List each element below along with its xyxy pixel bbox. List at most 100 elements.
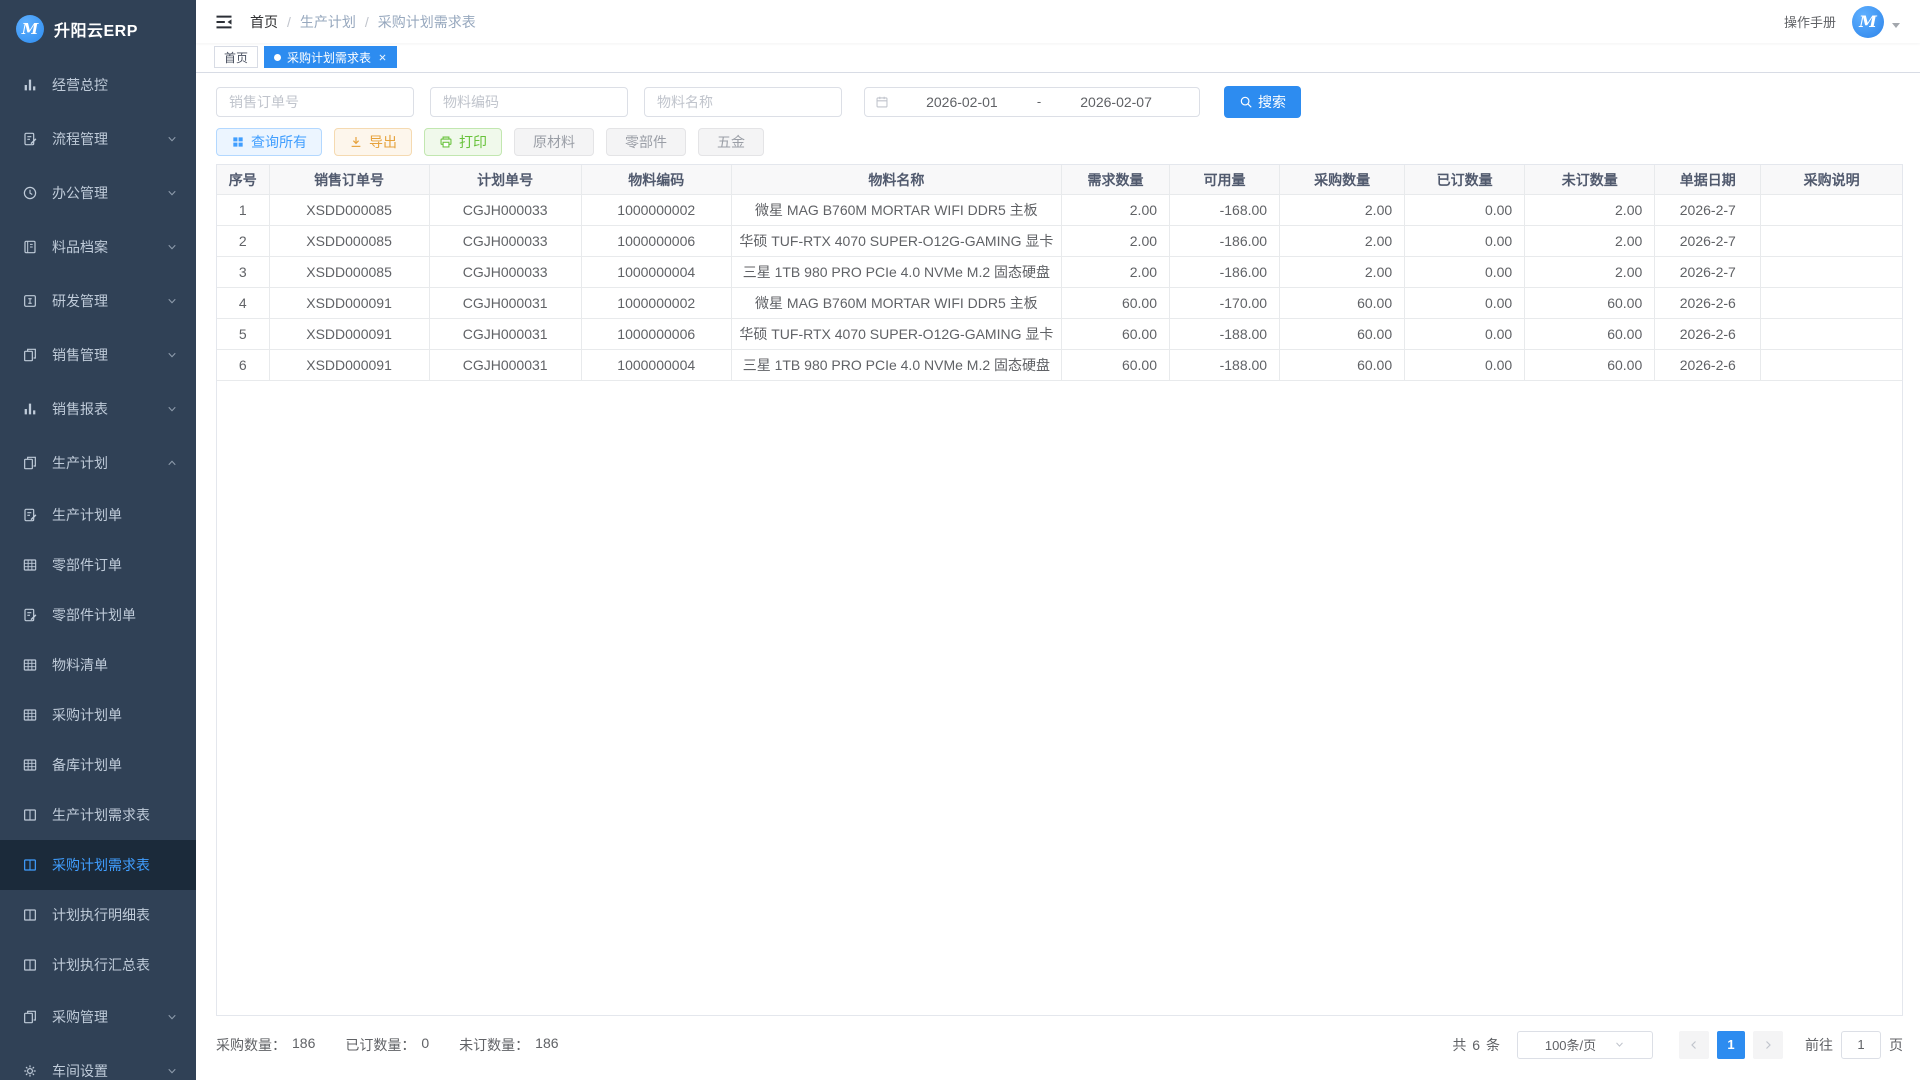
table-grid-icon (22, 757, 38, 773)
stat-label: 采购数量： (216, 1035, 286, 1055)
chevron-down-icon (166, 241, 178, 253)
cell: 0.00 (1405, 288, 1525, 319)
table-row[interactable]: 2XSDD000085CGJH0000331000000006华硕 TUF-RT… (217, 226, 1902, 257)
sidebar-subitem-purchase-plan-order[interactable]: 采购计划单 (0, 690, 196, 740)
sidebar: M 升阳云ERP 经营总控 流程管理 办公管理 料品档案 研发管理 (0, 0, 196, 1080)
summary-stats: 采购数量： 186 已订数量： 0 未订数量： 186 (216, 1035, 559, 1055)
table-row[interactable]: 4XSDD000091CGJH0000311000000002微星 MAG B7… (217, 288, 1902, 319)
arrow-left-icon (1688, 1039, 1700, 1051)
table-row[interactable]: 6XSDD000091CGJH0000311000000004三星 1TB 98… (217, 350, 1902, 381)
raw-material-button[interactable]: 原材料 (514, 128, 594, 156)
page-number-button[interactable]: 1 (1717, 1031, 1745, 1059)
grid-icon (231, 135, 245, 149)
copy-docs-icon (22, 1009, 38, 1025)
export-button[interactable]: 导出 (334, 128, 412, 156)
table-row[interactable]: 1XSDD000085CGJH0000331000000002微星 MAG B7… (217, 195, 1902, 226)
cell: XSDD000091 (269, 319, 429, 350)
sidebar-item-sales-report[interactable]: 销售报表 (0, 382, 196, 436)
cell: -188.00 (1170, 350, 1280, 381)
sidebar-item-rd-mgmt[interactable]: 研发管理 (0, 274, 196, 328)
cell: 0.00 (1405, 257, 1525, 288)
sidebar-subitem-production-plan-order[interactable]: 生产计划单 (0, 490, 196, 540)
sidebar-subitem-label: 计划执行明细表 (52, 905, 150, 925)
col-available-qty: 可用量 (1170, 165, 1280, 195)
breadcrumb-home[interactable]: 首页 (250, 12, 278, 32)
hamburger-icon[interactable] (214, 12, 234, 32)
stat-label: 未订数量： (459, 1035, 529, 1055)
cell: 2.00 (1280, 195, 1405, 226)
cell: CGJH000031 (429, 288, 581, 319)
sidebar-item-sales-mgmt[interactable]: 销售管理 (0, 328, 196, 382)
next-page-button[interactable] (1753, 1031, 1783, 1059)
sidebar-subitem-stock-plan-order[interactable]: 备库计划单 (0, 740, 196, 790)
sidebar-item-label: 生产计划 (52, 453, 108, 473)
cell: 2.00 (1280, 226, 1405, 257)
page-size-select[interactable]: 100条/页 (1517, 1031, 1653, 1059)
sidebar-subitem-purchase-demand-table[interactable]: 采购计划需求表 (0, 840, 196, 890)
cell: 0.00 (1405, 226, 1525, 257)
sidebar-subitem-bom[interactable]: 物料清单 (0, 640, 196, 690)
printer-icon (439, 135, 453, 149)
sidebar-item-label: 流程管理 (52, 129, 108, 149)
cell: 0.00 (1405, 195, 1525, 226)
tab-home[interactable]: 首页 (214, 46, 258, 68)
sidebar-item-office-mgmt[interactable]: 办公管理 (0, 166, 196, 220)
cell: 微星 MAG B760M MORTAR WIFI DDR5 主板 (731, 288, 1061, 319)
parts-button[interactable]: 零部件 (606, 128, 686, 156)
print-button[interactable]: 打印 (424, 128, 502, 156)
table-row[interactable]: 3XSDD000085CGJH0000331000000004三星 1TB 98… (217, 257, 1902, 288)
cell: 2.00 (1280, 257, 1405, 288)
search-button[interactable]: 搜索 (1224, 86, 1301, 118)
sidebar-subitem-parts-plan-order[interactable]: 零部件计划单 (0, 590, 196, 640)
table-row[interactable]: 5XSDD000091CGJH0000311000000006华硕 TUF-RT… (217, 319, 1902, 350)
manual-link[interactable]: 操作手册 (1784, 12, 1836, 31)
cell: 60.00 (1280, 288, 1405, 319)
tab-purchase-demand-table[interactable]: 采购计划需求表 (264, 46, 397, 68)
toolbar: 查询所有 导出 打印 原材料 零部件 五金 (216, 128, 1903, 156)
sidebar-subitem-production-demand-table[interactable]: 生产计划需求表 (0, 790, 196, 840)
col-purchase-qty: 采购数量 (1280, 165, 1405, 195)
stat-purchase-qty: 采购数量： 186 (216, 1035, 315, 1055)
sidebar-subitem-parts-order[interactable]: 零部件订单 (0, 540, 196, 590)
cell (1761, 288, 1902, 319)
navbar-right: 操作手册 M (1784, 6, 1900, 38)
material-code-input[interactable] (430, 87, 628, 117)
tab-label: 首页 (224, 49, 248, 66)
material-name-input[interactable] (644, 87, 842, 117)
stat-value: 186 (292, 1035, 315, 1055)
date-range-picker[interactable]: - (864, 87, 1200, 117)
book-icon (22, 239, 38, 255)
prev-page-button[interactable] (1679, 1031, 1709, 1059)
cell: CGJH000031 (429, 350, 581, 381)
sidebar-item-process-mgmt[interactable]: 流程管理 (0, 112, 196, 166)
cell: 1000000006 (581, 226, 731, 257)
caret-down-icon[interactable] (1892, 23, 1900, 28)
date-end-input[interactable] (1043, 94, 1189, 110)
cell: -168.00 (1170, 195, 1280, 226)
sidebar-item-material-archive[interactable]: 料品档案 (0, 220, 196, 274)
hardware-button[interactable]: 五金 (698, 128, 764, 156)
goto-page-input[interactable] (1841, 1031, 1881, 1059)
chevron-down-icon (166, 1011, 178, 1023)
sales-order-input[interactable] (216, 87, 414, 117)
sidebar-item-purchase-mgmt[interactable]: 采购管理 (0, 990, 196, 1044)
cell: XSDD000091 (269, 288, 429, 319)
cell: 三星 1TB 980 PRO PCIe 4.0 NVMe M.2 固态硬盘 (731, 257, 1061, 288)
avatar[interactable]: M (1852, 6, 1884, 38)
col-purchase-note: 采购说明 (1761, 165, 1902, 195)
copy-docs-icon (22, 347, 38, 363)
sidebar-subitem-plan-exec-detail[interactable]: 计划执行明细表 (0, 890, 196, 940)
sidebar-item-production-plan[interactable]: 生产计划 (0, 436, 196, 490)
date-start-input[interactable] (889, 94, 1035, 110)
page-unit-label: 页 (1889, 1035, 1903, 1055)
sidebar-item-business-overview[interactable]: 经营总控 (0, 58, 196, 112)
sidebar-subitem-plan-exec-summary[interactable]: 计划执行汇总表 (0, 940, 196, 990)
close-icon[interactable] (378, 53, 387, 62)
sidebar-item-workshop-settings[interactable]: 车间设置 (0, 1044, 196, 1080)
cell (1761, 350, 1902, 381)
cell: 5 (217, 319, 269, 350)
query-all-button[interactable]: 查询所有 (216, 128, 322, 156)
cell: 60.00 (1061, 288, 1169, 319)
col-unordered-qty: 未订数量 (1525, 165, 1655, 195)
cell: 60.00 (1280, 319, 1405, 350)
